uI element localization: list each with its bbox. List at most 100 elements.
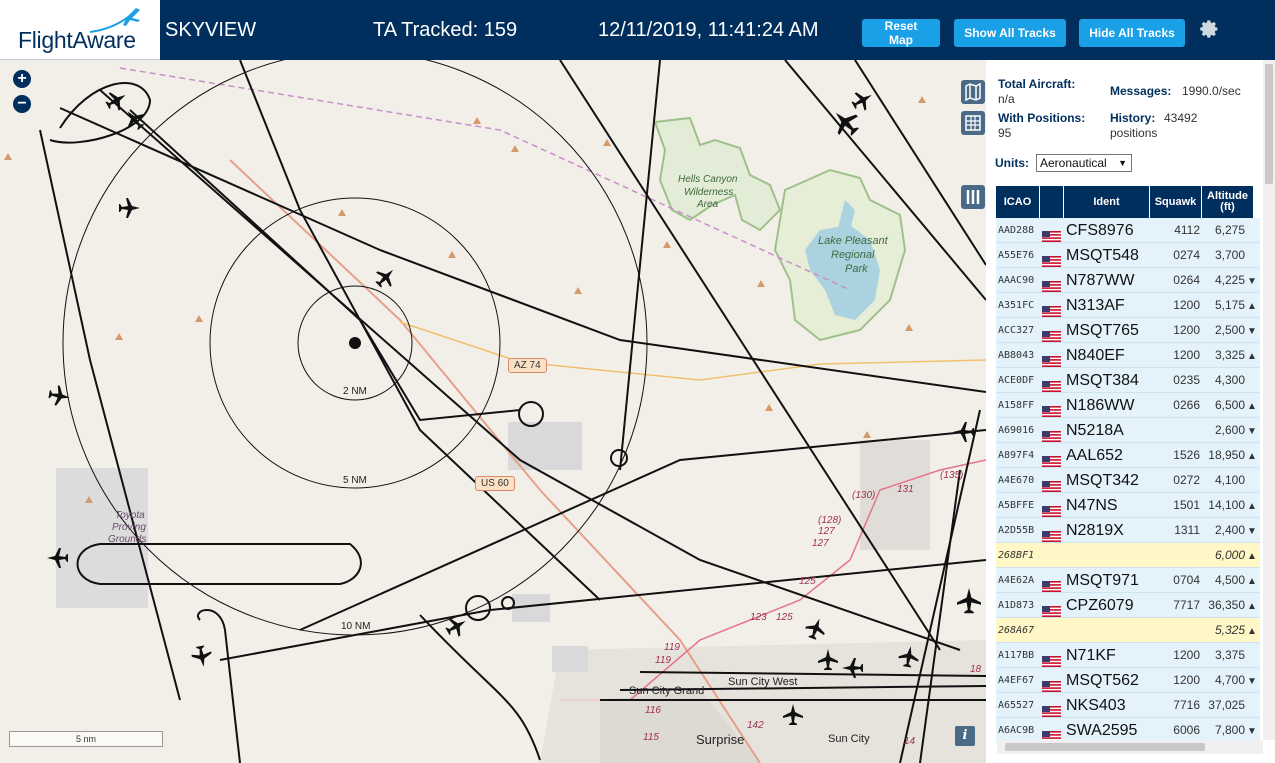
table-row[interactable]: AB8043 N840EF 1200 3,325 ▲ [996,343,1260,368]
zoom-in-button[interactable]: + [13,70,31,88]
altitude-cell: 6,000 ▲ [1206,543,1257,568]
table-row[interactable]: A65527 NKS403 7716 37,025 [996,693,1260,718]
altitude-cell: 2,500 ▼ [1206,318,1257,343]
col-header-squawk[interactable]: Squawk [1150,186,1202,218]
icao-cell: AAAC90 [998,275,1035,286]
caret-down-icon: ▼ [1118,158,1127,168]
icao-cell: A158FF [998,400,1035,411]
altitude-value: 3,325 [1214,348,1245,362]
table-row[interactable]: 268A67 5,325 ▲ [996,618,1260,643]
table-row[interactable]: ACE0DF MSQT384 0235 4,300 [996,368,1260,393]
table-row[interactable]: A1D873 CPZ6079 7717 36,350 ▲ [996,593,1260,618]
place-label-hells-canyon-3: Area [697,199,719,210]
road-number: 127 [818,526,835,537]
top-bar: FlightAware SKYVIEW TA Tracked: 159 12/1… [0,0,1275,60]
icao-cell: A69016 [998,425,1035,436]
ident-cell: N2819X [1066,522,1124,539]
icao-cell: ACE0DF [998,375,1035,386]
altitude-cell: 5,175 ▲ [1206,293,1257,318]
sidebar-vertical-scrollbar[interactable] [1263,60,1275,740]
ident-cell: NKS403 [1066,697,1126,714]
flightaware-logo[interactable]: FlightAware [0,0,160,60]
scrollbar-thumb[interactable] [1265,64,1273,184]
squawk-cell: 1200 [1173,673,1200,687]
reset-map-button[interactable]: Reset Map [862,19,940,47]
ident-cell: MSQT765 [1066,322,1139,339]
altitude-cell: 6,500 ▲ [1206,393,1257,418]
map-layers-button[interactable] [961,80,985,104]
place-label-hells-canyon-2: Wilderness [684,187,734,198]
table-row[interactable]: A897F4 AAL652 1526 18,950 ▲ [996,443,1260,468]
us-flag-icon [1042,250,1061,267]
squawk-cell: 0266 [1173,398,1200,412]
road-number: 14 [904,736,916,747]
table-row[interactable]: A4E62A MSQT971 0704 4,500 ▲ [996,568,1260,593]
place-label-lake-pleasant-1: Lake Pleasant [818,235,888,247]
table-row[interactable]: A158FF N186WW 0266 6,500 ▲ [996,393,1260,418]
table-row[interactable]: ACC327 MSQT765 1200 2,500 ▼ [996,318,1260,343]
road-number: 115 [643,732,659,743]
altitude-trend-icon: ▲ [1247,301,1257,312]
altitude-cell: 2,600 ▼ [1206,418,1257,443]
table-row[interactable]: A5BFFE N47NS 1501 14,100 ▲ [996,493,1260,518]
map-canvas[interactable] [0,60,986,763]
table-row[interactable]: A69016 N5218A 2,600 ▼ [996,418,1260,443]
altitude-trend-icon: ▲ [1247,601,1257,612]
altitude-value: 2,500 [1214,323,1245,337]
ident-cell: CPZ6079 [1066,597,1134,614]
units-selected-value: Aeronautical [1040,156,1107,170]
altitude-value: 4,225 [1214,273,1245,287]
altitude-cell: 36,350 ▲ [1206,593,1257,618]
altitude-trend-icon: ▼ [1247,526,1257,537]
altitude-value: 18,950 [1208,448,1245,462]
zoom-out-button[interactable]: − [13,95,31,113]
ident-cell: CFS8976 [1066,222,1134,239]
table-row[interactable]: 268BF1 6,000 ▲ [996,543,1260,568]
squawk-cell: 1200 [1173,648,1200,662]
table-row[interactable]: A4E670 MSQT342 0272 4,100 [996,468,1260,493]
ident-cell: MSQT971 [1066,572,1139,589]
table-row[interactable]: AAAC90 N787WW 0264 4,225 ▼ [996,268,1260,293]
units-select[interactable]: Aeronautical ▼ [1036,154,1132,172]
ident-cell: MSQT548 [1066,247,1139,264]
altitude-trend-icon: ▼ [1247,426,1257,437]
range-ring-label-5nm: 5 NM [343,475,367,486]
gear-icon[interactable] [1196,17,1220,41]
place-label-sun-city-west: Sun City West [728,676,798,688]
road-number: 125 [799,576,816,587]
grid-toggle-button[interactable] [961,111,985,135]
history-label: History: [1110,111,1156,125]
icao-cell: A117BB [998,650,1035,661]
altitude-trend-icon: ▼ [1247,276,1257,287]
col-header-altitude[interactable]: Altitude (ft) [1202,186,1254,218]
toggle-sidebar-button[interactable] [961,185,985,209]
table-row[interactable]: AAD288 CFS8976 4112 6,275 [996,218,1260,243]
table-row[interactable]: A55E76 MSQT548 0274 3,700 [996,243,1260,268]
icao-cell: A65527 [998,700,1035,711]
ident-cell: N313AF [1066,297,1125,314]
road-shield-az74: AZ 74 [508,358,547,373]
squawk-cell: 1501 [1173,498,1200,512]
squawk-cell: 0704 [1173,573,1200,587]
col-header-icao[interactable]: ICAO [996,186,1040,218]
table-row[interactable]: A4EF67 MSQT562 1200 4,700 ▼ [996,668,1260,693]
sidebar-horizontal-scrollbar[interactable] [997,740,1263,754]
altitude-value: 7,800 [1214,723,1245,737]
show-all-tracks-button[interactable]: Show All Tracks [954,19,1066,47]
road-number: (128) [818,515,842,526]
scrollbar-thumb[interactable] [1005,743,1205,751]
road-number: 18 [970,664,982,675]
col-header-ident[interactable]: Ident [1064,186,1150,218]
table-row[interactable]: A351FC N313AF 1200 5,175 ▲ [996,293,1260,318]
history-unit: positions [1110,126,1158,140]
col-header-flag[interactable] [1040,186,1064,218]
hide-all-tracks-button[interactable]: Hide All Tracks [1079,19,1185,47]
table-row[interactable]: A2D55B N2819X 1311 2,400 ▼ [996,518,1260,543]
table-row[interactable]: A117BB N71KF 1200 3,375 [996,643,1260,668]
road-shield-us60: US 60 [475,476,515,491]
messages-label: Messages: [1110,84,1172,98]
map-view[interactable]: 2 NM 5 NM 10 NM Hells Canyon Wilderness … [0,60,986,763]
place-label-lake-pleasant-3: Park [845,263,868,275]
us-flag-icon [1042,500,1061,517]
info-button[interactable]: i [955,726,975,746]
